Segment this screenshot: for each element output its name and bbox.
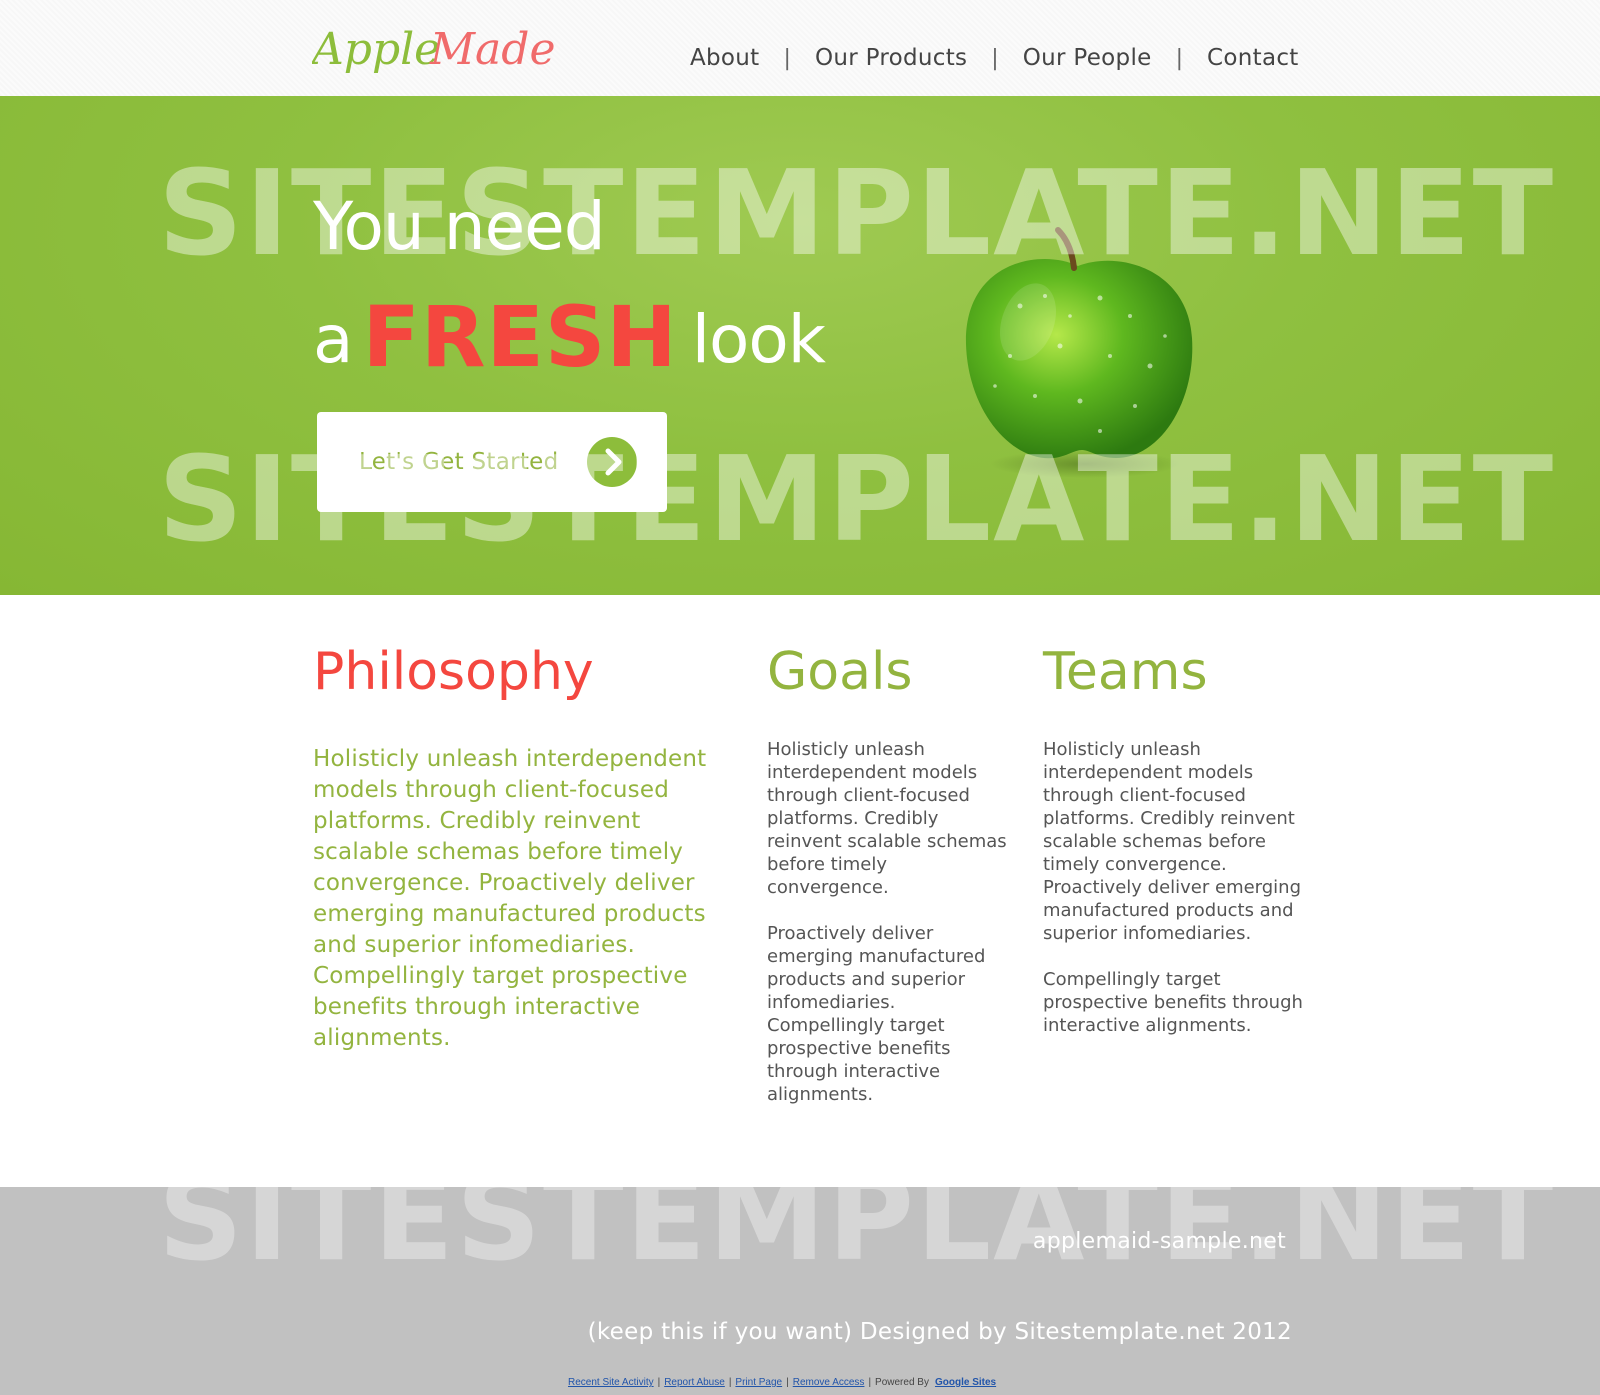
get-started-button[interactable]: Let's Get Started <box>317 412 667 512</box>
svg-text:Apple: Apple <box>312 24 440 75</box>
chevron-right-icon <box>587 437 637 487</box>
goals-column: Goals Holisticly unleash interdependent … <box>767 642 1007 1106</box>
nav-about[interactable]: About <box>690 45 760 71</box>
teams-paragraph: Compellingly target prospective benefits… <box>1043 969 1303 1036</box>
main-nav: About | Our Products | Our People | Cont… <box>690 38 1299 78</box>
goals-paragraph: Proactively deliver emerging manufacture… <box>767 923 986 1105</box>
hero-heading-line2: a FRESH look <box>313 288 826 386</box>
hero-heading-line1: You need <box>313 188 606 265</box>
print-page-link[interactable]: Print Page <box>735 1377 782 1388</box>
philosophy-column: Philosophy Holisticly unleash interdepen… <box>313 642 733 1054</box>
philosophy-text: Holisticly unleash interdependent models… <box>313 746 707 1051</box>
teams-column: Teams Holisticly unleash interdependent … <box>1043 642 1308 1037</box>
nav-separator: | <box>783 45 791 71</box>
site-header: Apple Made About | Our Products | Our Pe… <box>0 0 1600 96</box>
philosophy-title: Philosophy <box>313 642 594 702</box>
svg-text:Made: Made <box>429 24 556 75</box>
nav-our-products[interactable]: Our Products <box>815 45 967 71</box>
hero-banner: You need aFRESHlook Let's Get Started <box>0 96 1600 595</box>
footer-site-name: applemaid-sample.net <box>1032 1229 1286 1254</box>
applemade-logo[interactable]: Apple Made <box>312 18 572 82</box>
remove-access-link[interactable]: Remove Access <box>793 1377 865 1388</box>
recent-site-activity-link[interactable]: Recent Site Activity <box>568 1377 654 1388</box>
report-abuse-link[interactable]: Report Abuse <box>664 1377 725 1388</box>
powered-by-text: Powered By <box>875 1377 929 1388</box>
nav-our-people[interactable]: Our People <box>1023 45 1152 71</box>
nav-separator: | <box>991 45 999 71</box>
teams-paragraph: Holisticly unleash interdependent models… <box>1043 739 1302 944</box>
green-apple-image <box>950 226 1210 486</box>
teams-title: Teams <box>1043 642 1208 702</box>
nav-separator: | <box>1175 45 1184 71</box>
hero-highlight-word: FRESH <box>362 288 678 386</box>
hero-line2-suffix: look <box>691 301 826 378</box>
nav-contact[interactable]: Contact <box>1207 45 1299 71</box>
google-sites-link[interactable]: Google Sites <box>935 1377 996 1388</box>
site-footer: SITESTEMPLATE.NET applemaid-sample.net (… <box>0 1187 1600 1395</box>
footer-credit: (keep this if you want) Designed by Site… <box>587 1319 1292 1345</box>
goals-title: Goals <box>767 642 913 702</box>
hero-line2-prefix: a <box>313 301 353 378</box>
google-sites-footer-links: Recent Site Activity | Report Abuse | Print … <box>568 1377 997 1388</box>
get-started-label: Let's Get Started <box>359 449 559 475</box>
goals-paragraph: Holisticly unleash interdependent models… <box>767 739 1007 898</box>
